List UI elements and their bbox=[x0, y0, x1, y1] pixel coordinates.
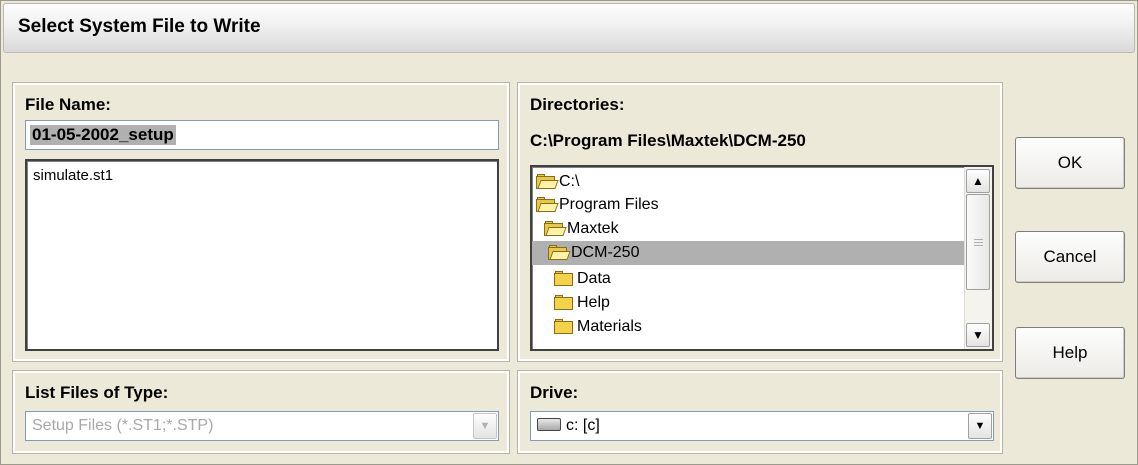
file-list-item[interactable]: simulate.st1 bbox=[33, 167, 113, 184]
file-type-label: List Files of Type: bbox=[25, 383, 169, 402]
tree-item-materials[interactable]: Materials bbox=[554, 315, 642, 339]
scroll-up-button[interactable]: ▲ bbox=[966, 169, 990, 193]
help-button[interactable]: Help bbox=[1015, 327, 1125, 379]
file-name-value: 01-05-2002_setup bbox=[30, 125, 176, 145]
tree-item-maxtek[interactable]: Maxtek bbox=[544, 217, 619, 241]
tree-item-program-files[interactable]: Program Files bbox=[536, 193, 659, 217]
open-folder-icon bbox=[536, 174, 559, 190]
scroll-thumb[interactable] bbox=[966, 194, 990, 290]
tree-item-label: Materials bbox=[577, 318, 642, 335]
drive-group: Drive: c: [c] ▼ bbox=[517, 370, 1003, 454]
file-type-value: Setup Files (*.ST1;*.STP) bbox=[32, 417, 214, 434]
file-name-group: File Name: 01-05-2002_setup simulate.st1 bbox=[12, 82, 510, 362]
file-type-select[interactable]: Setup Files (*.ST1;*.STP) ▼ bbox=[25, 411, 499, 441]
tree-item-label: C:\ bbox=[559, 173, 580, 190]
tree-item-help[interactable]: Help bbox=[554, 291, 610, 315]
drive-label: Drive: bbox=[530, 383, 579, 402]
directory-scrollbar[interactable]: ▲ ▼ bbox=[964, 167, 992, 349]
open-folder-icon bbox=[536, 197, 559, 213]
tree-item-label: Program Files bbox=[559, 196, 659, 213]
cancel-button[interactable]: Cancel bbox=[1015, 231, 1125, 283]
file-name-input[interactable]: 01-05-2002_setup bbox=[25, 120, 499, 150]
chevron-down-icon[interactable]: ▼ bbox=[968, 413, 992, 439]
open-folder-icon bbox=[548, 245, 571, 261]
tree-item-label: DCM-250 bbox=[571, 244, 640, 261]
file-dialog: Select System File to Write File Name: 0… bbox=[0, 0, 1138, 465]
window-title: Select System File to Write bbox=[18, 16, 261, 37]
folder-icon bbox=[554, 295, 575, 311]
file-type-group: List Files of Type: Setup Files (*.ST1;*… bbox=[12, 370, 510, 454]
tree-item-label: Help bbox=[577, 294, 610, 311]
tree-item-data[interactable]: Data bbox=[554, 267, 611, 291]
file-name-label: File Name: bbox=[25, 95, 111, 114]
folder-icon bbox=[554, 271, 575, 287]
directory-tree[interactable]: C:\ Program Files Maxtek DCM-250 Data He… bbox=[530, 165, 994, 351]
scroll-down-button[interactable]: ▼ bbox=[966, 323, 990, 347]
title-bar: Select System File to Write bbox=[3, 3, 1135, 53]
chevron-down-icon[interactable]: ▼ bbox=[473, 413, 497, 439]
current-path: C:\Program Files\Maxtek\DCM-250 bbox=[530, 131, 806, 150]
ok-button[interactable]: OK bbox=[1015, 137, 1125, 189]
tree-item-dcm-250[interactable]: DCM-250 bbox=[532, 241, 968, 265]
file-list[interactable]: simulate.st1 bbox=[25, 159, 499, 351]
directories-group: Directories: C:\Program Files\Maxtek\DCM… bbox=[517, 82, 1003, 362]
open-folder-icon bbox=[544, 221, 567, 237]
drive-select[interactable]: c: [c] ▼ bbox=[530, 411, 994, 441]
tree-item-c-root[interactable]: C:\ bbox=[536, 170, 579, 194]
drive-icon bbox=[537, 418, 561, 431]
tree-item-label: Maxtek bbox=[567, 220, 619, 237]
folder-icon bbox=[554, 319, 575, 335]
tree-item-label: Data bbox=[577, 270, 611, 287]
directories-label: Directories: bbox=[530, 95, 625, 114]
drive-value: c: [c] bbox=[566, 417, 600, 434]
